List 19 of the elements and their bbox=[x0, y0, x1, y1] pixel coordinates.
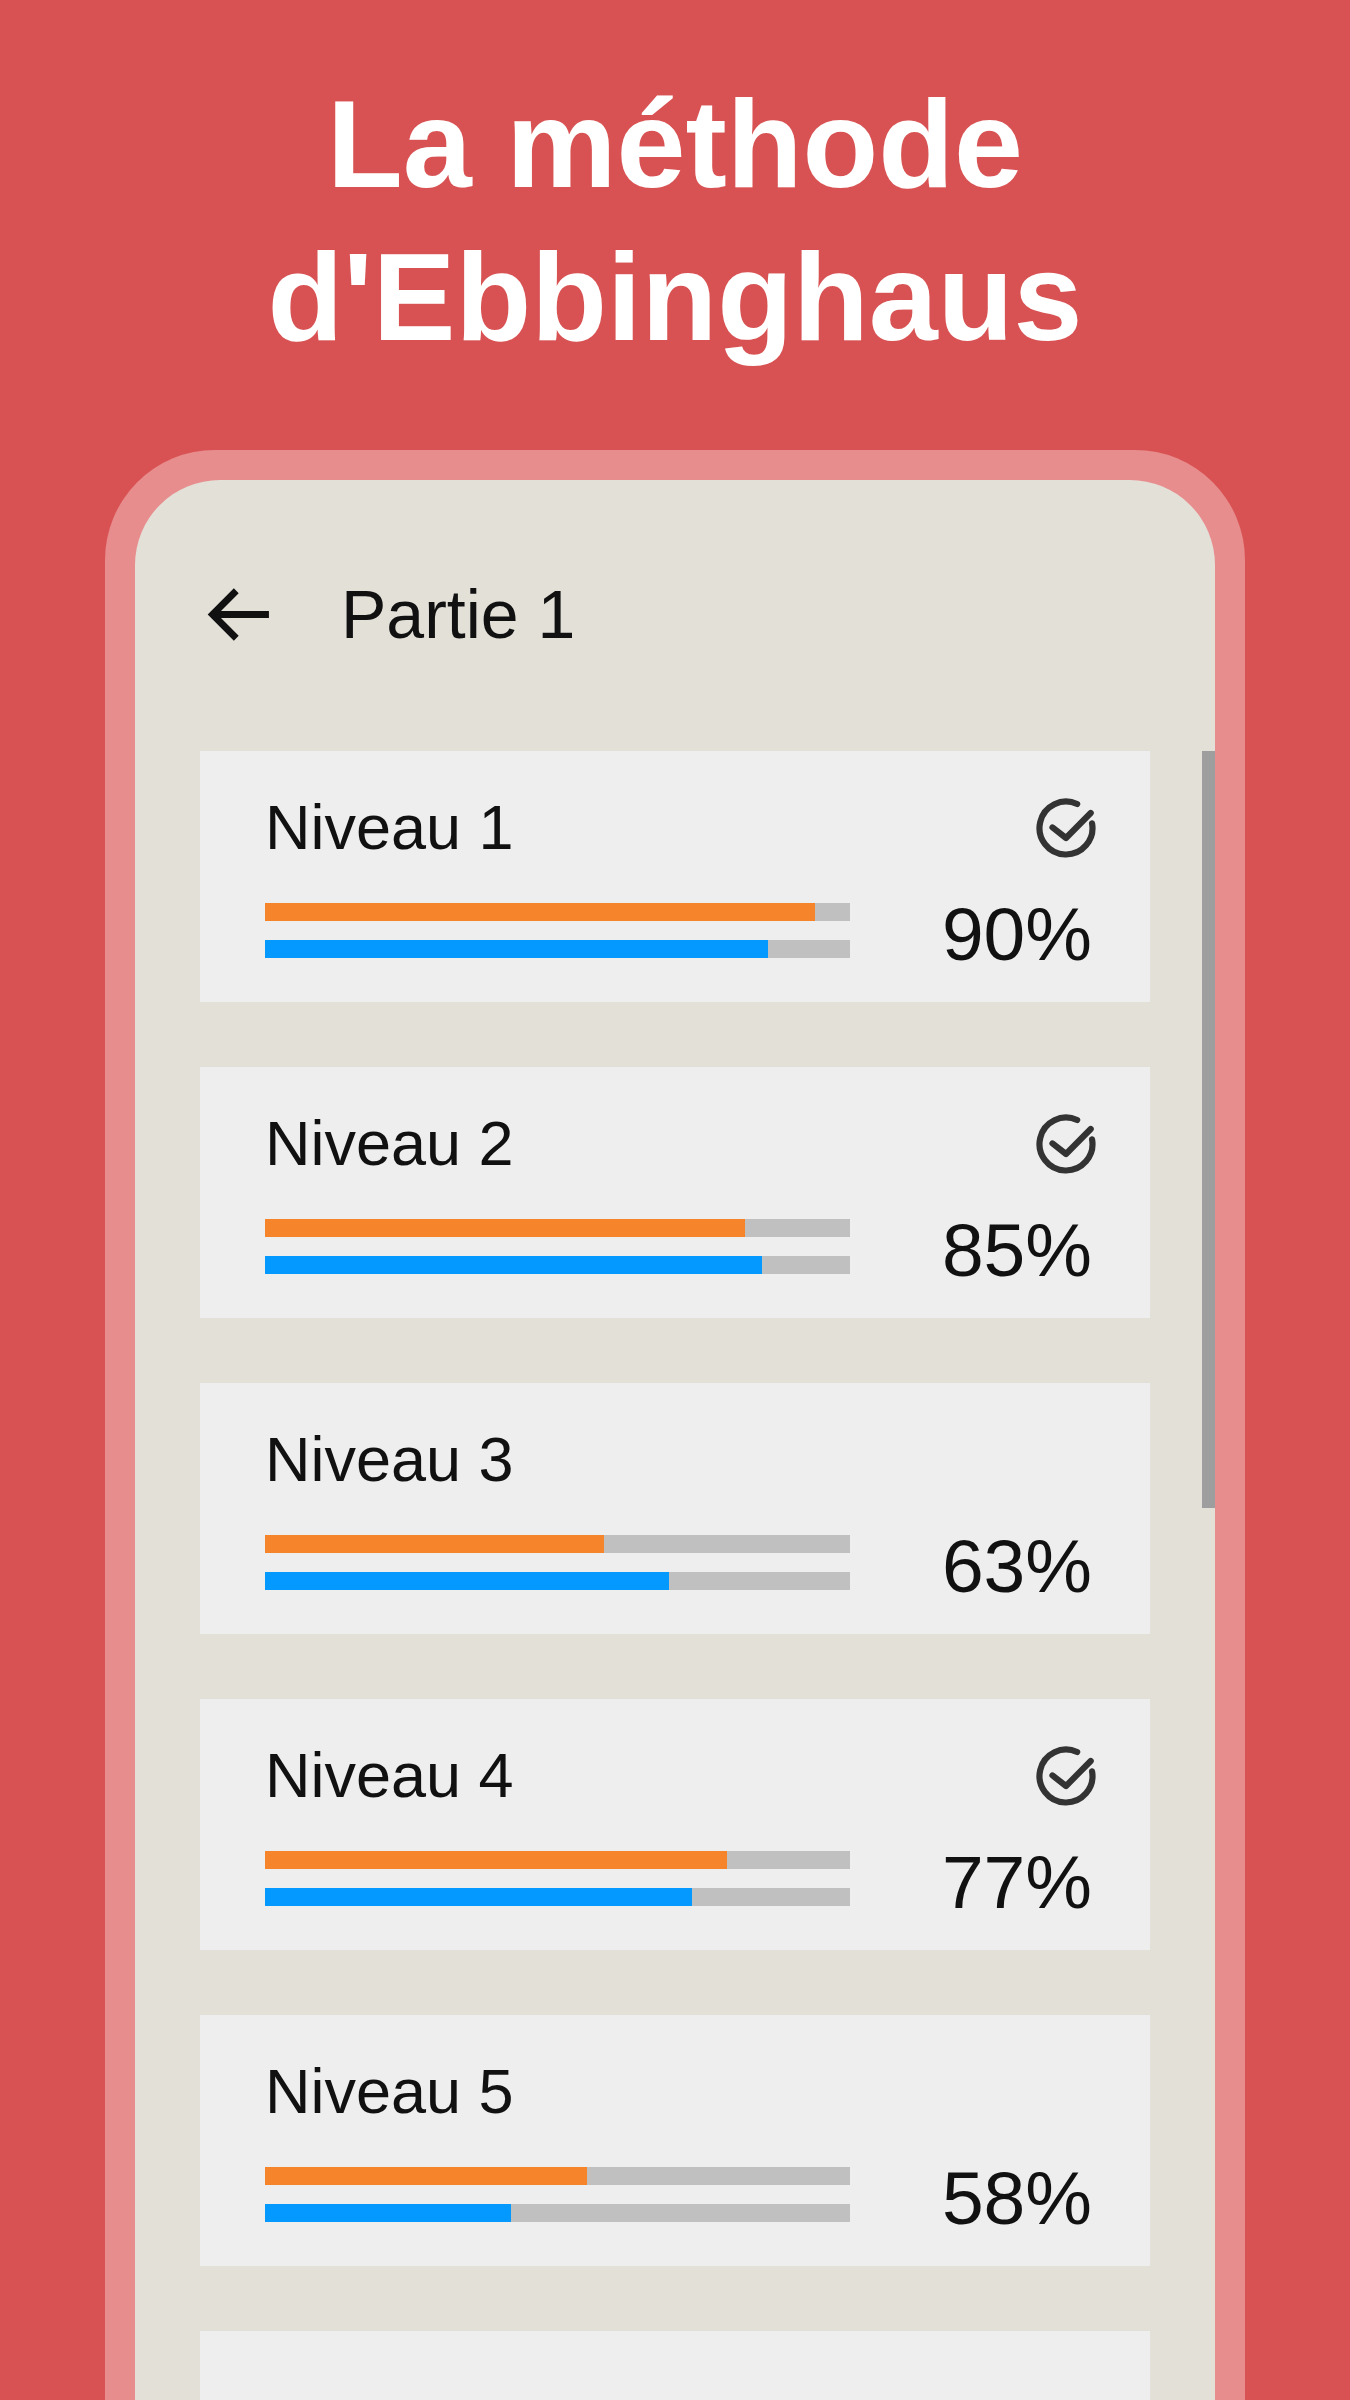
level-card[interactable]: Niveau 1 90% bbox=[200, 751, 1150, 1002]
percent-label: 63% bbox=[941, 1523, 1092, 1609]
level-title: Niveau 3 bbox=[265, 1424, 514, 1495]
percent-label: 85% bbox=[941, 1207, 1092, 1293]
scrollbar-thumb[interactable] bbox=[1202, 751, 1215, 1508]
level-title: Niveau 4 bbox=[265, 1740, 514, 1811]
level-card[interactable]: Niveau 2 85% bbox=[200, 1067, 1150, 1318]
percent-label: 90% bbox=[941, 891, 1092, 977]
percent-label: 77% bbox=[941, 1839, 1092, 1925]
level-title: Niveau 5 bbox=[265, 2056, 514, 2127]
percent-label: 58% bbox=[941, 2155, 1092, 2241]
level-title: Niveau 1 bbox=[265, 792, 514, 863]
level-card[interactable]: Niveau 4 77% bbox=[200, 1699, 1150, 1950]
screen-title: Partie 1 bbox=[341, 575, 576, 653]
level-card[interactable]: Niveau 5 58% bbox=[200, 2015, 1150, 2266]
level-title: Niveau 2 bbox=[265, 1108, 514, 1179]
back-arrow-icon[interactable] bbox=[207, 586, 269, 642]
level-card[interactable]: Niveau 3 63% bbox=[200, 1383, 1150, 1634]
page-title: La méthode d'Ebbinghaus bbox=[266, 74, 1084, 368]
